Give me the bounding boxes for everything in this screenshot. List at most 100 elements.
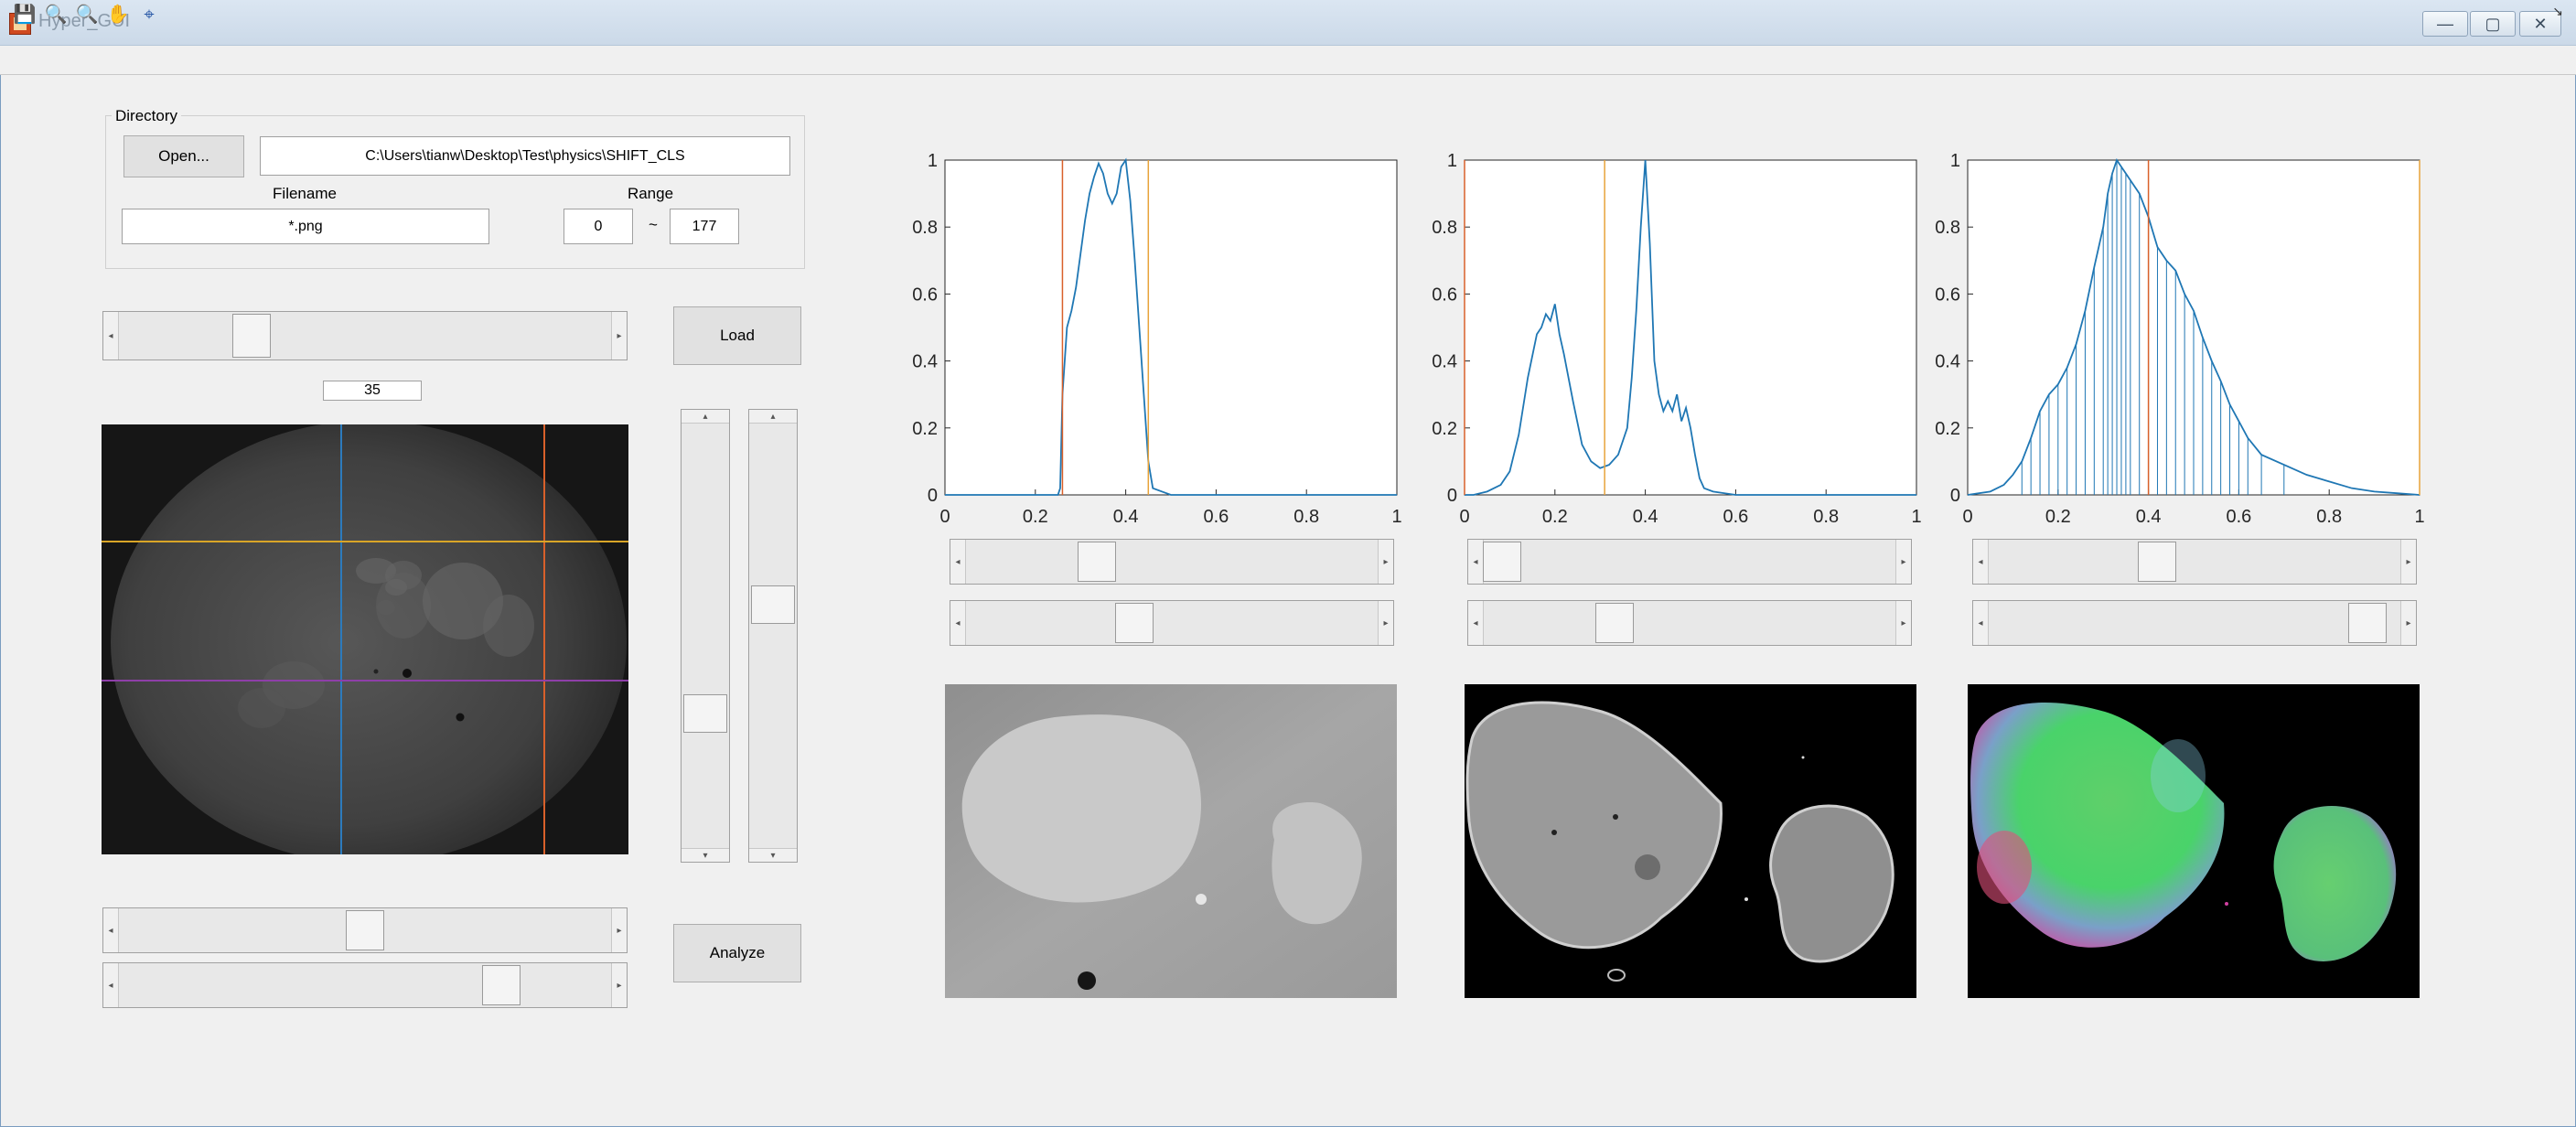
slider-thumb[interactable] xyxy=(1483,542,1521,582)
y-tick-label: 0.2 xyxy=(1432,419,1457,439)
x-tick-label: 0.6 xyxy=(1723,507,1748,527)
slider-thumb[interactable] xyxy=(2138,542,2176,582)
slider-right-arrow-icon[interactable]: ▸ xyxy=(1378,601,1393,645)
plot1-slider-top[interactable]: ◂ ▸ xyxy=(950,539,1394,585)
slider-thumb[interactable] xyxy=(1115,603,1154,643)
mask-fragment xyxy=(1744,897,1748,901)
y-tick-label: 0.8 xyxy=(912,218,938,238)
dark-speck xyxy=(1613,814,1618,820)
slider-left-arrow-icon[interactable]: ◂ xyxy=(1973,601,1989,645)
analyze-button[interactable]: Analyze xyxy=(673,924,801,982)
slider-left-arrow-icon[interactable]: ◂ xyxy=(103,908,119,952)
plot2-axes xyxy=(1464,159,1917,496)
slider-thumb[interactable] xyxy=(1078,542,1116,582)
plot2-slider-bottom[interactable]: ◂ ▸ xyxy=(1467,600,1912,646)
x-tick-label: 0.2 xyxy=(2045,507,2071,527)
slider-left-arrow-icon[interactable]: ◂ xyxy=(1973,540,1989,584)
y-tick-label: 0.8 xyxy=(1432,218,1457,238)
y-tick-label: 0.6 xyxy=(1935,284,1960,305)
slider-thumb[interactable] xyxy=(2347,603,2387,643)
slider-thumb[interactable] xyxy=(346,910,384,950)
x-tick-label: 1 xyxy=(2414,507,2424,527)
slider-left-arrow-icon[interactable]: ◂ xyxy=(103,963,119,1007)
slider-right-arrow-icon[interactable]: ▸ xyxy=(2400,540,2416,584)
y-tick-label: 0.2 xyxy=(1935,419,1960,439)
slider-right-arrow-icon[interactable]: ▸ xyxy=(1378,540,1393,584)
slider-down-arrow-icon[interactable]: ▾ xyxy=(749,848,797,862)
y-tick-label: 0.4 xyxy=(1432,352,1457,372)
mask-fragment xyxy=(1607,969,1626,982)
slider-thumb[interactable] xyxy=(683,693,727,733)
result-image-grayscale[interactable] xyxy=(945,684,1397,998)
plot1-slider-bottom[interactable]: ◂ ▸ xyxy=(950,600,1394,646)
dark-patch xyxy=(1635,854,1660,880)
horizontal-slider-1[interactable]: ◂ ▸ xyxy=(102,907,628,953)
image-blob xyxy=(376,573,431,639)
slider-left-arrow-icon[interactable]: ◂ xyxy=(950,540,966,584)
plot3-slider-bottom[interactable]: ◂ ▸ xyxy=(1972,600,2417,646)
y-tick-label: 1 xyxy=(928,151,938,171)
y-tick-label: 0.4 xyxy=(912,352,938,372)
mask-region xyxy=(1769,804,1894,963)
x-tick-label: 0.2 xyxy=(1542,507,1568,527)
y-tick-label: 0 xyxy=(1447,486,1457,506)
mask-fragment xyxy=(1801,756,1805,759)
slider-thumb[interactable] xyxy=(482,965,521,1005)
dark-speck xyxy=(1078,971,1096,990)
dark-speck xyxy=(1551,830,1557,835)
x-tick-label: 1 xyxy=(1391,507,1401,527)
dark-speck xyxy=(402,669,412,678)
color-fringe xyxy=(2151,739,2206,812)
color-region xyxy=(2273,806,2397,961)
x-tick-label: 0 xyxy=(1962,507,1972,527)
x-tick-label: 0.4 xyxy=(2136,507,2162,527)
slider-left-arrow-icon[interactable]: ◂ xyxy=(1468,540,1484,584)
slider-left-arrow-icon[interactable]: ◂ xyxy=(1468,601,1484,645)
slider-left-arrow-icon[interactable]: ◂ xyxy=(950,601,966,645)
y-tick-label: 0.6 xyxy=(912,284,938,305)
color-fringe xyxy=(1977,831,2032,904)
x-tick-label: 0.6 xyxy=(2226,507,2251,527)
y-tick-label: 0.6 xyxy=(1432,284,1457,305)
x-tick-label: 0.8 xyxy=(1293,507,1319,527)
result-image-colormap[interactable] xyxy=(1968,684,2420,998)
grayscale-image-svg xyxy=(945,684,1397,998)
bright-region xyxy=(961,714,1201,903)
plot3-slider-top[interactable]: ◂ ▸ xyxy=(1972,539,2417,585)
x-tick-label: 0 xyxy=(939,507,950,527)
slider-right-arrow-icon[interactable]: ▸ xyxy=(611,963,627,1007)
image-blob xyxy=(483,595,534,657)
colormap-image-svg xyxy=(1970,703,2397,961)
mask-region xyxy=(1465,701,1723,950)
x-tick-label: 1 xyxy=(1911,507,1921,527)
slider-right-arrow-icon[interactable]: ▸ xyxy=(2400,601,2416,645)
color-region xyxy=(1970,703,2225,948)
x-tick-label: 0.8 xyxy=(2316,507,2342,527)
y-tick-label: 0 xyxy=(1950,486,1960,506)
x-tick-label: 0.4 xyxy=(1113,507,1139,527)
y-tick-label: 0.4 xyxy=(1935,352,1960,372)
result-image-mask[interactable] xyxy=(1465,684,1916,998)
plot2-slider-top[interactable]: ◂ ▸ xyxy=(1467,539,1912,585)
mask-image-svg xyxy=(1465,701,1894,982)
slider-right-arrow-icon[interactable]: ▸ xyxy=(611,908,627,952)
slider-right-arrow-icon[interactable]: ▸ xyxy=(1895,540,1911,584)
dark-speck xyxy=(456,713,465,722)
x-tick-label: 0.8 xyxy=(1813,507,1839,527)
y-tick-label: 0.8 xyxy=(1935,218,1960,238)
bright-speck xyxy=(1196,894,1207,905)
slider-down-arrow-icon[interactable]: ▾ xyxy=(682,848,729,862)
color-speck xyxy=(2225,902,2228,906)
y-tick-label: 1 xyxy=(1950,151,1960,171)
horizontal-slider-2[interactable]: ◂ ▸ xyxy=(102,962,628,1008)
x-tick-label: 0.2 xyxy=(1023,507,1048,527)
image-blob xyxy=(238,688,285,728)
dark-speck xyxy=(373,669,379,674)
x-tick-label: 0.4 xyxy=(1633,507,1658,527)
x-tick-label: 0 xyxy=(1459,507,1469,527)
y-tick-label: 0.2 xyxy=(912,419,938,439)
slider-right-arrow-icon[interactable]: ▸ xyxy=(1895,601,1911,645)
histogram-plots[interactable]: 0 0.2 0.4 0.6 0.8 1 0 0.2 0.4 0.6 0.8 1 0 0.2 0.4 0.6 0.… xyxy=(0,0,2576,549)
slider-thumb[interactable] xyxy=(751,585,795,625)
slider-thumb[interactable] xyxy=(1595,603,1634,643)
